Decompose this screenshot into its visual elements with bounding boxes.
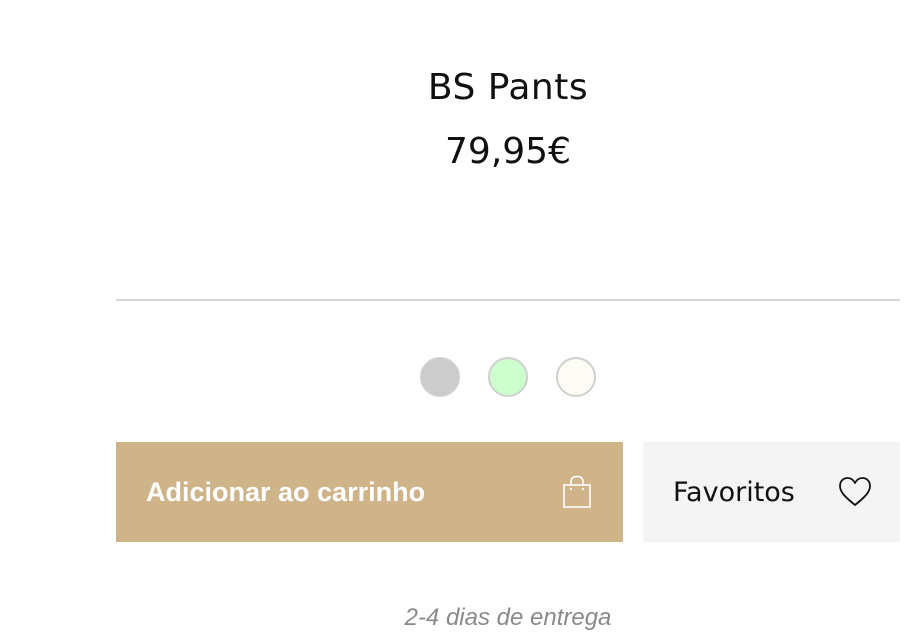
add-to-cart-label: Adicionar ao carrinho	[146, 476, 426, 507]
favorites-button[interactable]: Favoritos	[643, 442, 900, 542]
divider	[116, 299, 900, 301]
favorites-label: Favoritos	[673, 476, 795, 508]
add-to-cart-button[interactable]: Adicionar ao carrinho	[116, 442, 623, 542]
product-price: 79,95€	[445, 131, 571, 172]
product-title: BS Pants	[427, 67, 589, 108]
color-swatch-light-green[interactable]	[488, 357, 528, 397]
delivery-time-text: 2-4 dias de entrega	[404, 604, 612, 631]
shopping-bag-icon	[561, 475, 593, 509]
color-swatch-gray[interactable]	[420, 357, 460, 397]
heart-icon	[838, 476, 872, 508]
color-swatch-ivory[interactable]	[556, 357, 596, 397]
color-swatches	[420, 357, 596, 397]
